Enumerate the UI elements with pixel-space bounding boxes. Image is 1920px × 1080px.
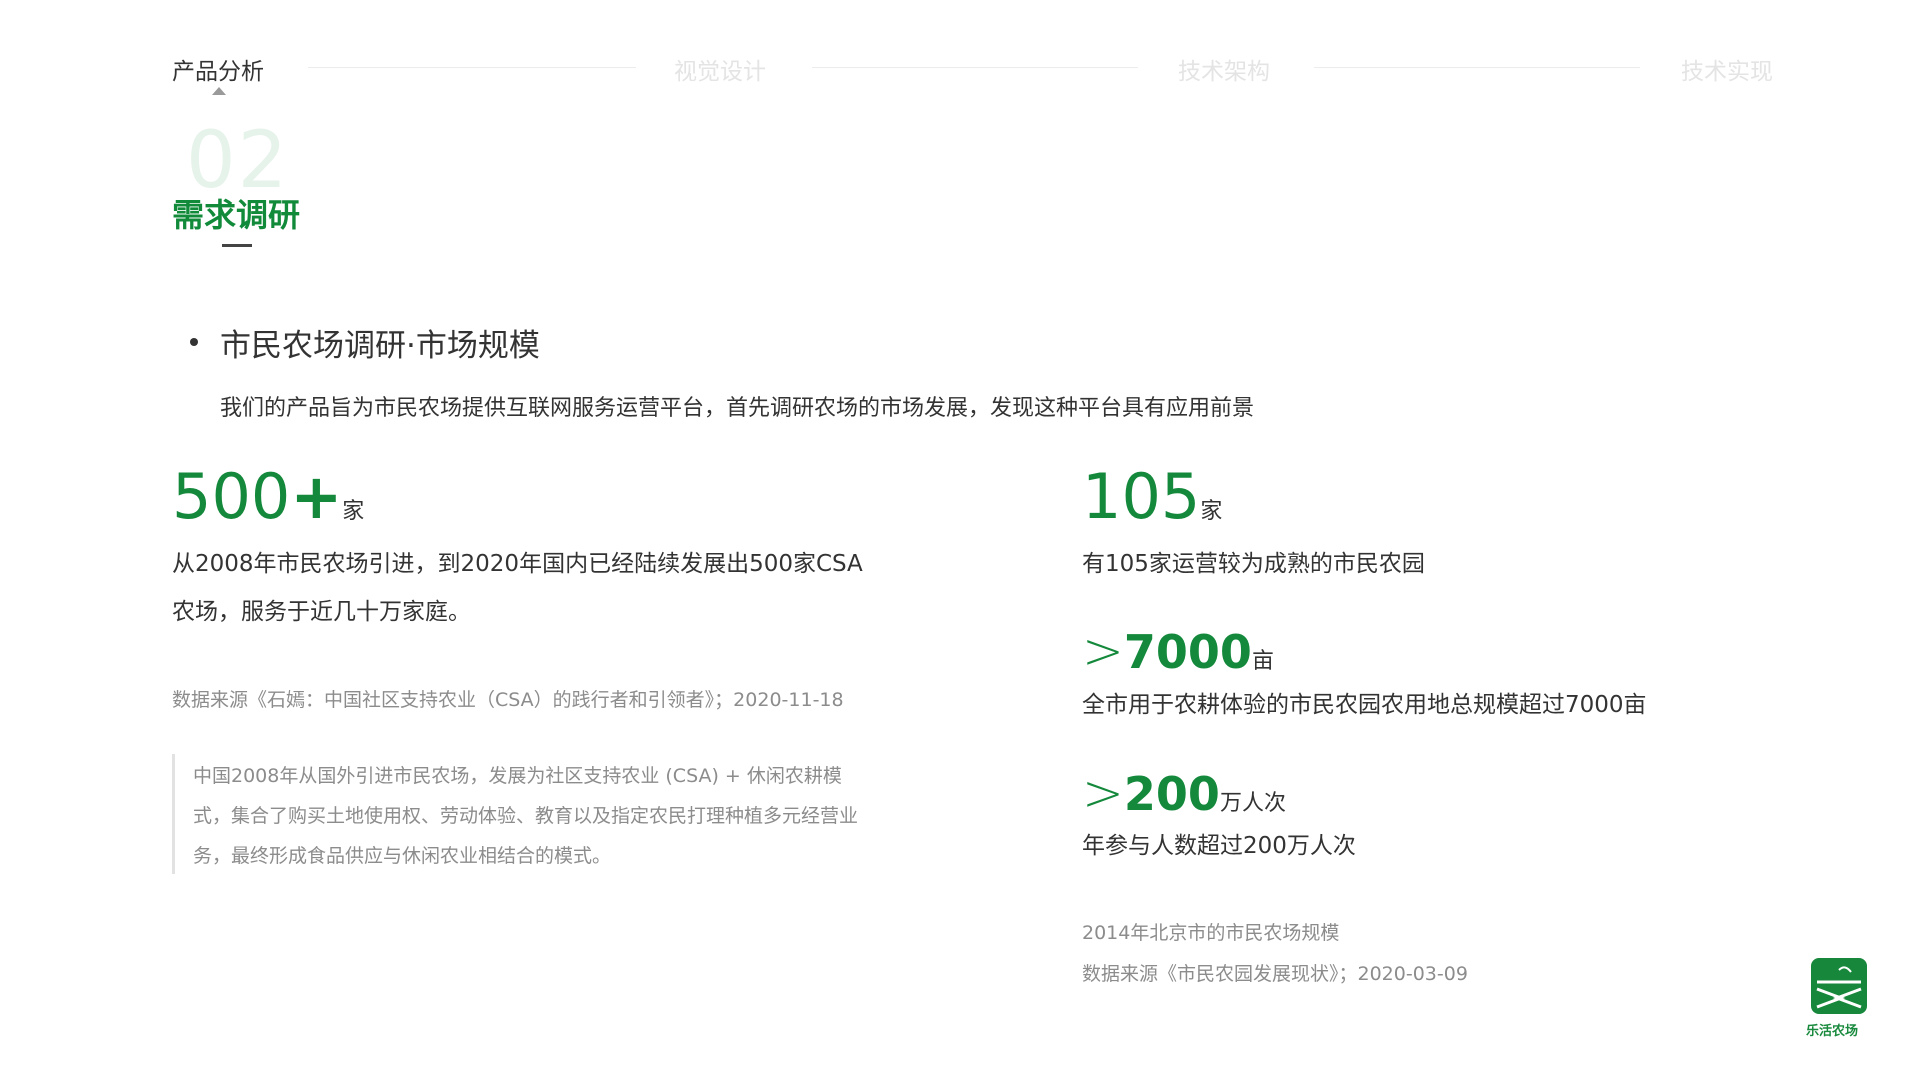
stat-number: 500 [172, 460, 291, 533]
section-number: 02 [186, 116, 290, 206]
stat-plus: + [290, 460, 343, 533]
desc-line: 从2008年市民农场引进，到2020年国内已经陆续发展出500家CSA [172, 551, 863, 577]
desc-line: 农场，服务于近几十万家庭。 [172, 599, 471, 625]
nav-divider [812, 67, 1138, 68]
stat-participants: >200万人次 [1082, 768, 1286, 818]
quote-text: 中国2008年从国外引进市民农场，发展为社区支持农业 (CSA) + 休闲农耕模… [193, 765, 859, 867]
stat-land-area-desc: 全市用于农耕体验的市民农园农用地总规模超过7000亩 [1082, 692, 1647, 718]
stat-unit: 家 [342, 499, 365, 524]
nav-item-tech-architecture[interactable]: 技术架构 [1178, 52, 1270, 86]
intro-text: 我们的产品旨为市民农场提供互联网服务运营平台，首先调研农场的市场发展，发现这种平… [220, 396, 1255, 421]
left-source: 数据来源《石嫣：中国社区支持农业（CSA）的践行者和引领者》；2020-11-1… [172, 689, 844, 711]
bullet-icon [190, 338, 198, 346]
greater-than-icon: > [1082, 764, 1124, 822]
nav-item-tech-implementation[interactable]: 技术实现 [1681, 52, 1773, 86]
right-source: 数据来源《市民农园发展现状》；2020-03-09 [1082, 963, 1468, 985]
section-title: 需求调研 [172, 196, 301, 234]
stat-number: 7000 [1123, 625, 1252, 679]
left-description: 从2008年市民农场引进，到2020年国内已经陆续发展出500家CSA 农场，服… [172, 540, 912, 636]
nav-divider [1314, 67, 1640, 68]
stat-csa-farms: 500+家 [172, 466, 364, 528]
nav-item-visual-design[interactable]: 视觉设计 [674, 52, 766, 86]
right-note: 2014年北京市的市民农场规模 [1082, 922, 1340, 944]
active-indicator-caret-icon [212, 87, 226, 95]
stat-unit: 家 [1200, 499, 1223, 524]
subheading: 市民农场调研·市场规模 [220, 328, 540, 364]
brand-logo-text: 乐活农场 [1806, 1024, 1859, 1039]
stat-number: 105 [1082, 460, 1201, 533]
stat-participants-desc: 年参与人数超过200万人次 [1082, 833, 1356, 859]
stat-unit: 万人次 [1219, 791, 1286, 816]
brand-logo-icon [1811, 958, 1867, 1014]
stat-mature-farms-desc: 有105家运营较为成熟的市民农园 [1082, 551, 1425, 577]
stat-mature-farms: 105家 [1082, 466, 1222, 528]
stat-land-area: >7000亩 [1082, 626, 1274, 676]
quote-bar [172, 754, 175, 874]
section-underline [222, 244, 252, 247]
nav-item-product-analysis[interactable]: 产品分析 [172, 52, 264, 86]
greater-than-icon: > [1082, 622, 1124, 680]
stat-number: 200 [1123, 767, 1220, 821]
stat-unit: 亩 [1251, 649, 1274, 674]
nav-divider [308, 67, 636, 68]
